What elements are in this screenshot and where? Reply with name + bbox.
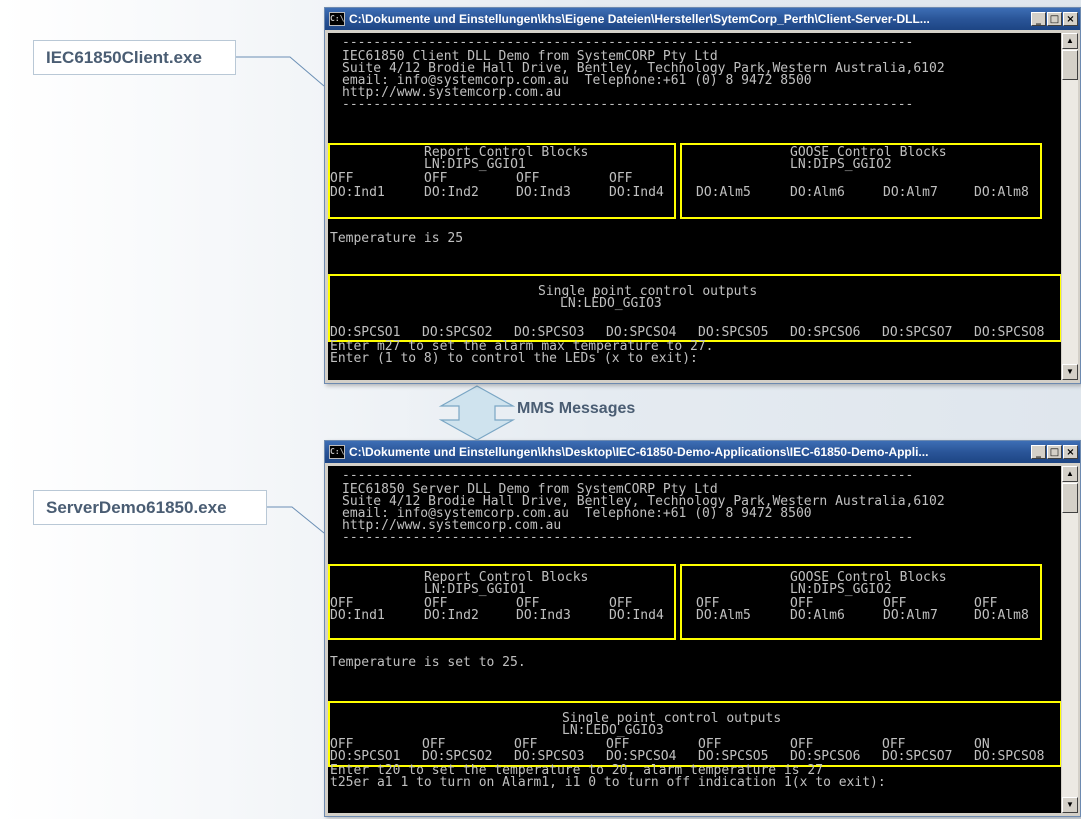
server-leader-line xyxy=(267,506,325,534)
separator-line: ----------------------------------------… xyxy=(342,35,914,50)
scroll-down-button[interactable]: ▼ xyxy=(1062,364,1078,380)
report-do: DO:Ind2 xyxy=(424,608,479,623)
client-titlebar[interactable]: C:\ C:\Dokumente und Einstellungen\khs\E… xyxy=(325,8,1080,30)
report-state: OFF xyxy=(424,171,448,186)
report-do: DO:Ind1 xyxy=(330,608,385,623)
server-console-window[interactable]: C:\ C:\Dokumente und Einstellungen\khs\D… xyxy=(324,440,1081,817)
report-do: DO:Ind3 xyxy=(516,185,571,200)
mms-messages-label: MMS Messages xyxy=(517,400,636,417)
server-scrollbar[interactable]: ▲ ▼ xyxy=(1062,466,1078,813)
spc-ln: LN:LEDO_GGIO3 xyxy=(560,296,662,311)
spc-do: DO:SPCSO2 xyxy=(422,325,493,340)
separator-line: ----------------------------------------… xyxy=(342,468,914,483)
client-window-title: C:\Dokumente und Einstellungen\khs\Eigen… xyxy=(349,12,930,26)
temperature-line: Temperature is set to 25. xyxy=(330,655,526,670)
spc-do: DO:SPCSO3 xyxy=(514,749,585,764)
spc-do: DO:SPCSO1 xyxy=(330,325,401,340)
report-ln: LN:DIPS_GGIO1 xyxy=(424,582,526,597)
goose-do: DO:Alm6 xyxy=(790,608,845,623)
server-titlebar[interactable]: C:\ C:\Dokumente und Einstellungen\khs\D… xyxy=(325,441,1080,463)
spc-do: DO:SPCSO5 xyxy=(698,325,769,340)
minimize-button[interactable]: _ xyxy=(1031,12,1046,26)
report-state: OFF xyxy=(516,171,540,186)
report-state: OFF xyxy=(330,171,354,186)
server-window-title: C:\Dokumente und Einstellungen\khs\Deskt… xyxy=(349,445,929,459)
goose-ln: LN:DIPS_GGIO2 xyxy=(790,157,892,172)
prompt-line: Enter (1 to 8) to control the LEDs (x to… xyxy=(330,351,698,366)
scroll-down-button[interactable]: ▼ xyxy=(1062,797,1078,813)
report-do: DO:Ind3 xyxy=(516,608,571,623)
scroll-up-button[interactable]: ▲ xyxy=(1062,33,1078,49)
report-state: OFF xyxy=(609,171,633,186)
spc-ln: LN:LEDO_GGIO3 xyxy=(562,723,664,738)
spc-do: DO:SPCSO2 xyxy=(422,749,493,764)
close-button[interactable]: × xyxy=(1063,12,1078,26)
goose-do: DO:Alm5 xyxy=(696,185,751,200)
spc-do: DO:SPCSO5 xyxy=(698,749,769,764)
report-do: DO:Ind1 xyxy=(330,185,385,200)
goose-do: DO:Alm5 xyxy=(696,608,751,623)
spc-do: DO:SPCSO8 xyxy=(974,325,1045,340)
prompt-line: t25er a1 1 to turn on Alarm1, i1 0 to tu… xyxy=(330,775,886,790)
scroll-thumb[interactable] xyxy=(1062,483,1078,513)
report-do: DO:Ind4 xyxy=(609,185,664,200)
report-do: DO:Ind4 xyxy=(609,608,664,623)
maximize-button[interactable]: □ xyxy=(1047,12,1062,26)
spc-do: DO:SPCSO4 xyxy=(606,325,677,340)
spc-do: DO:SPCSO7 xyxy=(882,325,953,340)
client-leader-line xyxy=(236,56,325,87)
client-console-output[interactable]: ----------------------------------------… xyxy=(328,33,1061,380)
spc-do: DO:SPCSO1 xyxy=(330,749,401,764)
temperature-line: Temperature is 25 xyxy=(330,231,464,246)
client-scrollbar[interactable]: ▲ ▼ xyxy=(1062,33,1078,380)
maximize-button[interactable]: □ xyxy=(1047,445,1062,459)
report-do: DO:Ind2 xyxy=(424,185,479,200)
spc-do: DO:SPCSO6 xyxy=(790,325,861,340)
report-ln: LN:DIPS_GGIO1 xyxy=(424,157,526,172)
scroll-thumb[interactable] xyxy=(1062,50,1078,80)
goose-do: DO:Alm7 xyxy=(883,185,938,200)
goose-do: DO:Alm7 xyxy=(883,608,938,623)
spc-do: DO:SPCSO7 xyxy=(882,749,953,764)
minimize-button[interactable]: _ xyxy=(1031,445,1046,459)
client-console-window[interactable]: C:\ C:\Dokumente und Einstellungen\khs\E… xyxy=(324,7,1081,384)
goose-do: DO:Alm8 xyxy=(974,185,1029,200)
separator-line: ----------------------------------------… xyxy=(342,530,914,545)
spc-do: DO:SPCSO3 xyxy=(514,325,585,340)
scroll-up-button[interactable]: ▲ xyxy=(1062,466,1078,482)
goose-ln: LN:DIPS_GGIO2 xyxy=(790,582,892,597)
server-console-output[interactable]: ----------------------------------------… xyxy=(328,466,1061,813)
cmd-icon: C:\ xyxy=(329,445,345,459)
mms-double-arrow xyxy=(438,385,516,441)
spc-do: DO:SPCSO4 xyxy=(606,749,677,764)
close-button[interactable]: × xyxy=(1063,445,1078,459)
goose-do: DO:Alm6 xyxy=(790,185,845,200)
cmd-icon: C:\ xyxy=(329,12,345,26)
spc-do: DO:SPCSO8 xyxy=(974,749,1045,764)
spc-do: DO:SPCSO6 xyxy=(790,749,861,764)
goose-do: DO:Alm8 xyxy=(974,608,1029,623)
separator-line: ----------------------------------------… xyxy=(342,97,914,112)
